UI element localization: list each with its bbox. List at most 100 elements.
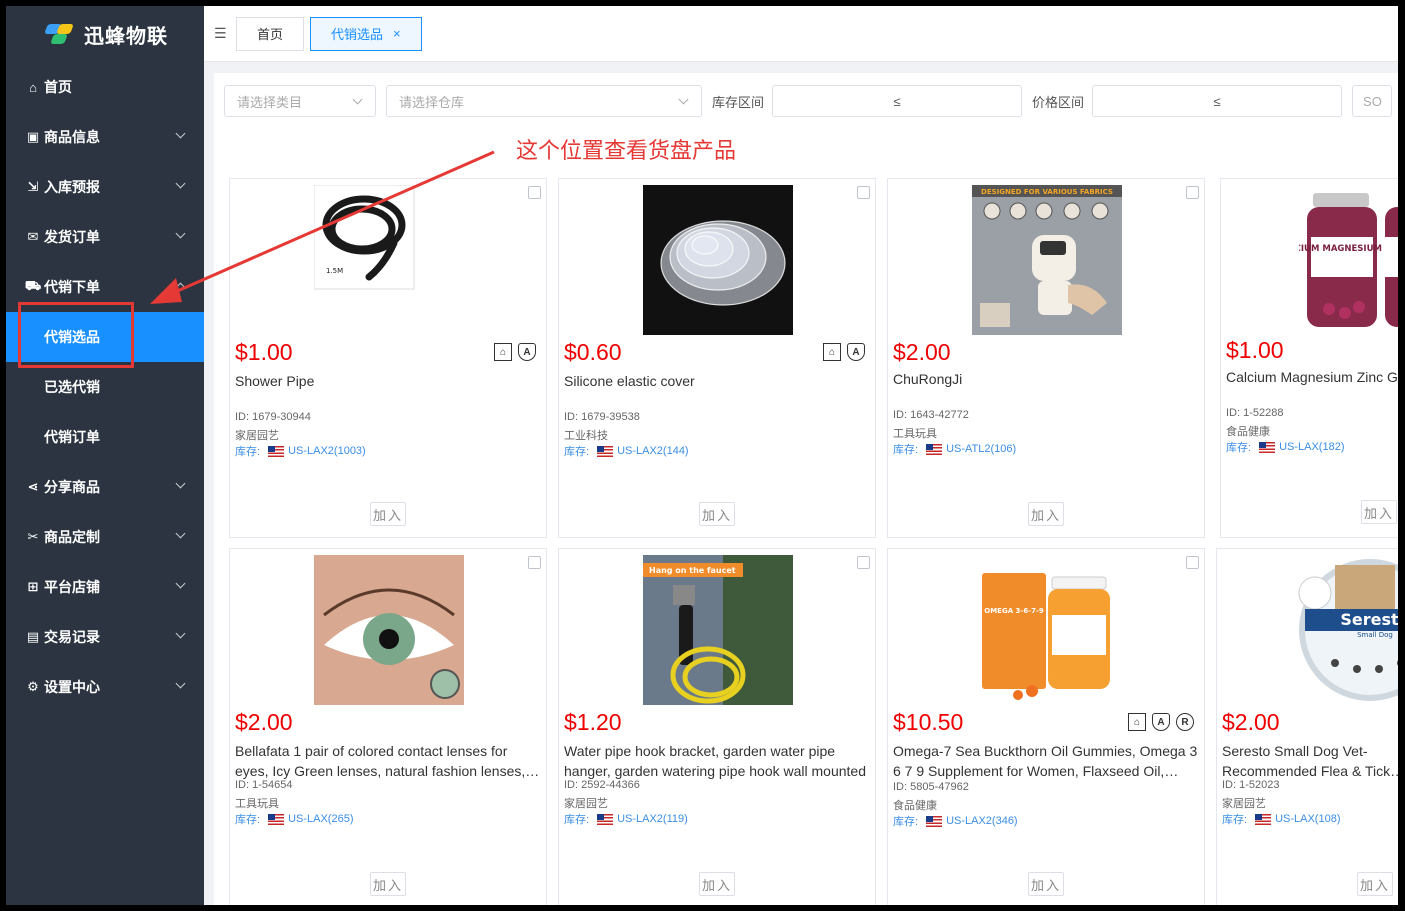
chevron-down-icon (175, 128, 186, 139)
product-card[interactable]: Seresto Small Dog $2.00 Seresto Small Do… (1216, 548, 1398, 905)
product-stock: 库存: US-LAX(182) (1226, 439, 1344, 455)
product-category: 家居园艺 (235, 430, 279, 442)
product-id: ID: 1643-42772 (893, 409, 969, 421)
sidebar-item-inbound-forecast[interactable]: ⇲ 入库预报 (6, 162, 204, 212)
product-id: ID: 1679-30944 (235, 411, 311, 423)
product-card[interactable]: 1.5M $1.00 ⌂ A Shower Pipe ID: 1679-3094… (229, 178, 547, 538)
product-checkbox[interactable] (528, 186, 541, 199)
menu-fold-icon[interactable]: ☰ (214, 25, 232, 42)
warehouse-select[interactable]: 请选择仓库 (386, 85, 702, 117)
product-checkbox[interactable] (857, 186, 870, 199)
chevron-down-icon (175, 678, 186, 689)
product-id: ID: 1-52288 (1226, 407, 1284, 419)
stock-value: US-LAX2(119) (617, 813, 688, 825)
stock-label: 库存: (235, 446, 261, 458)
add-button[interactable]: 加入 (1361, 500, 1397, 524)
product-stock: 库存: US-ATL2(106) (893, 441, 1016, 457)
so-input[interactable]: SO (1352, 85, 1393, 117)
annotation-text: 这个位置查看货盘产品 (516, 139, 737, 164)
sidebar-item-label: 交易记录 (44, 629, 100, 645)
chevron-down-icon (175, 578, 186, 589)
shield-icon: A (518, 343, 536, 361)
product-checkbox[interactable] (857, 556, 870, 569)
us-flag-icon (268, 813, 285, 825)
product-name: Omega-7 Sea Buckthorn Oil Gummies, Omega… (893, 743, 1198, 779)
sidebar-subitem-consignment-orders[interactable]: 代销订单 (6, 412, 204, 462)
sidebar-item-share-products[interactable]: ⋖ 分享商品 (6, 462, 204, 512)
product-id: ID: 1679-39538 (564, 411, 640, 423)
product-card[interactable]: CALCIUM MAGNESIUM ZINC $1.00 Calcium Mag… (1220, 178, 1398, 538)
price-range-input[interactable]: ≤ (1092, 85, 1343, 117)
mail-icon: ✉ (27, 229, 39, 244)
sidebar-item-shipping-orders[interactable]: ✉ 发货订单 (6, 212, 204, 262)
stock-value: US-LAX(182) (1279, 441, 1345, 453)
chevron-down-icon (175, 478, 186, 489)
sidebar-item-platform-stores[interactable]: ⊞ 平台店铺 (6, 562, 204, 612)
tab-label: 首页 (257, 27, 284, 42)
range-separator: ≤ (893, 93, 901, 109)
product-id: ID: 2592-44366 (564, 779, 640, 791)
product-category: 食品健康 (1226, 426, 1270, 438)
sidebar-item-label: 商品信息 (44, 129, 100, 145)
product-name: Calcium Magnesium Zinc Gummies with Vita… (1226, 369, 1398, 385)
product-card[interactable]: $0.60 ⌂ A Silicone elastic cover ID: 167… (558, 178, 876, 538)
records-icon: ▤ (26, 629, 40, 644)
stock-value: US-LAX2(144) (617, 445, 689, 457)
add-button[interactable]: 加入 (370, 502, 406, 526)
us-flag-icon (926, 815, 943, 827)
add-button[interactable]: 加入 (1028, 872, 1064, 896)
product-category: 食品健康 (893, 800, 937, 812)
registered-icon: R (1176, 713, 1194, 731)
product-badges: ⌂ A R (1128, 713, 1194, 731)
add-button[interactable]: 加入 (699, 872, 735, 896)
product-checkbox[interactable] (1186, 556, 1199, 569)
gift-icon: ▣ (26, 129, 40, 144)
product-category: 工具玩具 (893, 428, 937, 440)
product-card[interactable]: $2.00 Bellafata 1 pair of colored contac… (229, 548, 547, 905)
add-button[interactable]: 加入 (1028, 502, 1064, 526)
product-badges: ⌂ A (494, 343, 536, 361)
product-image: OMEGA 3-6-7-9 (972, 555, 1122, 705)
product-price: $0.60 (564, 339, 622, 365)
sidebar-item-product-customization[interactable]: ✂ 商品定制 (6, 512, 204, 562)
share-icon: ⋖ (27, 479, 39, 494)
product-image: 1.5M (314, 185, 464, 335)
product-card[interactable]: Hang on the faucet $1.20 Water pipe hook… (558, 548, 876, 905)
product-image: Hang on the faucet (643, 555, 793, 705)
product-checkbox[interactable] (1186, 186, 1199, 199)
image-size-label: 1.5M (326, 267, 343, 275)
add-button[interactable]: 加入 (370, 872, 406, 896)
stock-label: 库存: (235, 814, 261, 826)
price-range-label: 价格区间 (1032, 94, 1085, 110)
product-image (643, 185, 793, 335)
sidebar-item-home[interactable]: ⌂ 首页 (6, 62, 204, 112)
product-card[interactable]: DESIGNED FOR VARIOUS FABRICS $2.00 ChuRo… (887, 178, 1205, 538)
factory-icon: ⌂ (823, 343, 841, 361)
factory-icon: ⌂ (1128, 713, 1146, 731)
sidebar-item-transaction-records[interactable]: ▤ 交易记录 (6, 612, 204, 662)
logo: 迅蜂物联 (6, 6, 204, 62)
stock-range-label: 库存区间 (712, 94, 765, 110)
stock-range-input[interactable]: ≤ (772, 85, 1023, 117)
store-icon: ⊞ (27, 579, 39, 594)
chevron-down-icon (175, 228, 186, 239)
product-checkbox[interactable] (528, 556, 541, 569)
sidebar-item-label: 首页 (44, 79, 72, 95)
category-select[interactable]: 请选择类目 (224, 85, 376, 117)
product-card[interactable]: OMEGA 3-6-7-9 $10.50 ⌂ A R Omega-7 Sea B… (887, 548, 1205, 905)
tab-label: 代销选品 (331, 27, 384, 42)
tab-consignment-selection[interactable]: 代销选品 × (310, 16, 422, 51)
tab-home[interactable]: 首页 (236, 16, 305, 51)
product-stock: 库存: US-LAX(108) (1222, 811, 1340, 827)
close-icon[interactable]: × (393, 26, 401, 41)
stock-label: 库存: (564, 814, 590, 826)
so-placeholder: SO (1363, 93, 1382, 109)
product-price: $2.00 (893, 339, 951, 365)
product-price: $1.00 (235, 339, 293, 365)
us-flag-icon (1259, 441, 1276, 453)
sidebar-item-settings[interactable]: ⚙ 设置中心 (6, 662, 204, 712)
sidebar-item-product-info[interactable]: ▣ 商品信息 (6, 112, 204, 162)
sidebar-subitem-selected-consignment[interactable]: 已选代销 (6, 362, 204, 412)
add-button[interactable]: 加入 (699, 502, 735, 526)
add-button[interactable]: 加入 (1357, 872, 1393, 896)
